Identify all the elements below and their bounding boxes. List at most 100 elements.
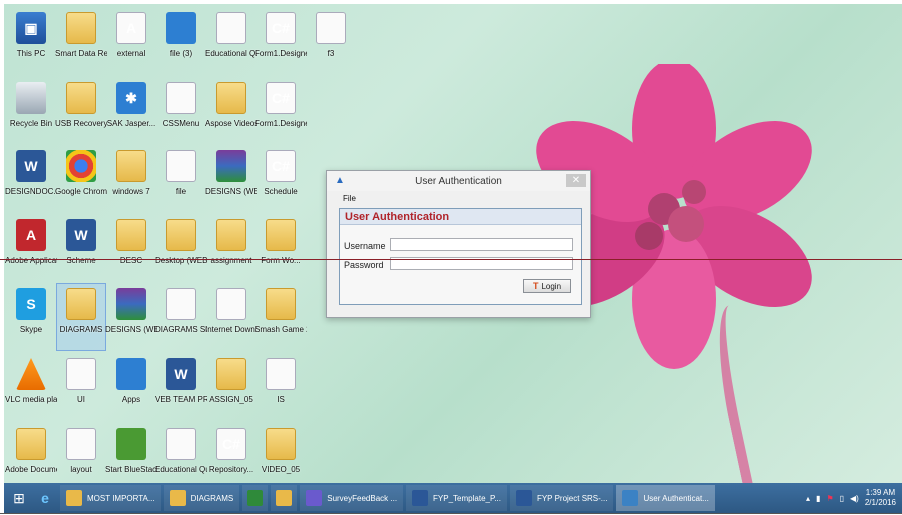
- volume-icon[interactable]: ◀): [850, 494, 859, 503]
- desktop-icon-label: Scheme: [66, 256, 96, 265]
- desktop-icon[interactable]: UI: [57, 354, 105, 420]
- desktop-icon[interactable]: Educational Quality C...: [205, 8, 257, 74]
- desktop-icon[interactable]: Aexternal: [107, 8, 155, 74]
- desktop-icon-label: ASSIGN_05: [209, 395, 253, 404]
- login-button[interactable]: T Login: [523, 279, 571, 293]
- desktop-icon[interactable]: DIAGRAMS SQL: [155, 284, 207, 350]
- taskbar-app-icon: [622, 490, 639, 506]
- desktop-icon[interactable]: S Skype: [7, 284, 55, 350]
- clock-time: 1:39 AM: [865, 488, 896, 497]
- battery-icon[interactable]: ▯: [840, 494, 844, 503]
- desktop-icon-image: C#: [266, 12, 296, 44]
- clock[interactable]: 1:39 AM 2/1/2016: [865, 488, 896, 508]
- username-field[interactable]: [390, 238, 573, 251]
- desktop-icon[interactable]: Educational Quality C...: [155, 424, 207, 490]
- desktop-icon[interactable]: VLC media player: [5, 354, 57, 420]
- desktop-icon[interactable]: assignment: [207, 215, 255, 281]
- desktop-icon[interactable]: ✱ SAK Jasper...: [107, 78, 155, 144]
- taskbar-button[interactable]: FYP_Template_P...: [406, 485, 507, 511]
- taskbar-button[interactable]: SurveyFeedBack ...: [300, 485, 404, 511]
- desktop-icon-image: W: [16, 150, 46, 182]
- desktop-icon-label: Smart Data Recovery...: [55, 49, 107, 58]
- taskbar-button[interactable]: User Authenticat...: [616, 485, 715, 511]
- taskbar-button[interactable]: DIAGRAMS: [163, 485, 240, 511]
- desktop-icon-image: W: [66, 219, 96, 251]
- desktop-icon[interactable]: Adobe Documen...: [5, 424, 57, 490]
- desktop-icon[interactable]: Apps: [107, 354, 155, 420]
- desktop-icon-image: [216, 219, 246, 251]
- desktop-icon-label: Aspose Videos: [205, 119, 257, 128]
- taskbar-button-label: MOST IMPORTA...: [87, 493, 155, 503]
- desktop-icon-label: Skype: [19, 325, 43, 334]
- desktop-icon-image: [166, 288, 196, 320]
- desktop-icon-label: DESIGNDOC...: [5, 187, 57, 196]
- desktop-icon[interactable]: VIDEO_05: [257, 424, 305, 490]
- desktop-icon[interactable]: Start BlueStacks: [105, 424, 157, 490]
- menu-file[interactable]: File: [343, 194, 356, 203]
- desktop-icon[interactable]: W VEB TEAM PROJECT: [155, 354, 207, 420]
- desktop-icon[interactable]: f3: [307, 8, 355, 74]
- desktop-icon[interactable]: DESC: [107, 215, 155, 281]
- desktop-icon[interactable]: C# Repository...: [207, 424, 255, 490]
- desktop-icon-label: Schedule: [264, 187, 298, 196]
- desktop-icon[interactable]: CSSMenu: [157, 78, 205, 144]
- internet-explorer-pin[interactable]: e: [30, 485, 60, 511]
- desktop-icon-image: [216, 288, 246, 320]
- desktop-icon[interactable]: A Adobe Applicati...: [5, 215, 57, 281]
- desktop-icon-image: [266, 358, 296, 390]
- desktop-icon[interactable]: Aspose Videos: [205, 78, 257, 144]
- desktop-icon-image: A: [116, 12, 146, 44]
- taskbar-button-label: DIAGRAMS: [190, 493, 234, 503]
- desktop-icon-image: [116, 150, 146, 182]
- desktop-icon-label: Internet Downlo...: [205, 325, 257, 334]
- desktop-icon-image: [66, 288, 96, 320]
- desktop-icon[interactable]: C# Form1.Designer...: [255, 78, 307, 144]
- close-icon[interactable]: ✕: [566, 174, 586, 187]
- desktop-icon-label: Repository...: [208, 465, 254, 474]
- taskbar-button-label: User Authenticat...: [643, 493, 709, 503]
- desktop-icon-label: Form1.Designer: [255, 49, 307, 58]
- flag-icon[interactable]: ⚑: [826, 494, 833, 503]
- desktop-icon[interactable]: Smash Game 2014: [255, 284, 307, 350]
- desktop-icon[interactable]: Recycle Bin: [7, 78, 55, 144]
- desktop-icon[interactable]: W Scheme: [57, 215, 105, 281]
- desktop-icon[interactable]: DIAGRAMS: [56, 283, 106, 351]
- desktop-icon[interactable]: Google Chrome: [55, 146, 107, 212]
- desktop-icon[interactable]: file (3): [157, 8, 205, 74]
- desktop-icon[interactable]: ASSIGN_05: [207, 354, 255, 420]
- internet-explorer-icon: e: [41, 490, 49, 506]
- desktop-icon[interactable]: ▣ This PC: [7, 8, 55, 74]
- desktop-icon[interactable]: W DESIGNDOC...: [5, 146, 57, 212]
- desktop-icon[interactable]: Form Wo...: [257, 215, 305, 281]
- title-bar[interactable]: ▲ User Authentication ✕: [327, 171, 590, 191]
- desktop-icon[interactable]: windows 7: [107, 146, 155, 212]
- desktop-icon-image: [216, 150, 246, 182]
- desktop-icon-label: IS: [277, 395, 285, 404]
- start-button[interactable]: ⊞: [8, 487, 30, 509]
- desktop-icon[interactable]: Internet Downlo...: [205, 284, 257, 350]
- desktop-icon-label: DESIGNS (WEB) (3): [205, 187, 257, 196]
- taskbar-button[interactable]: [271, 485, 298, 511]
- taskbar-button[interactable]: MOST IMPORTA...: [60, 485, 161, 511]
- taskbar-button[interactable]: [242, 485, 269, 511]
- desktop-icon-label: file: [175, 187, 187, 196]
- desktop-icon[interactable]: layout: [57, 424, 105, 490]
- desktop-icon[interactable]: IS: [257, 354, 305, 420]
- desktop-icon-image: [166, 12, 196, 44]
- desktop-icon[interactable]: Desktop (WEB): [155, 215, 207, 281]
- desktop-icon-label: assignment: [210, 256, 252, 265]
- desktop-icon[interactable]: C# Form1.Designer: [255, 8, 307, 74]
- taskbar-button[interactable]: FYP Project SRS-...: [509, 485, 614, 511]
- desktop-icon[interactable]: file: [157, 146, 205, 212]
- desktop-icon[interactable]: Smart Data Recovery...: [55, 8, 107, 74]
- taskbar-app-icon: [66, 490, 82, 506]
- desktop-icon[interactable]: DESIGNS (WEB) (3): [205, 146, 257, 212]
- desktop-icon[interactable]: USB Recovery: [55, 78, 107, 144]
- desktop-icon-label: Google Chrome: [55, 187, 107, 196]
- show-hidden-icons-icon[interactable]: ▴: [806, 494, 810, 503]
- desktop-icon[interactable]: C# Schedule: [257, 146, 305, 212]
- desktop-icon-label: Adobe Documen...: [5, 465, 57, 474]
- desktop-icon[interactable]: DESIGNS (WEB): [105, 284, 157, 350]
- network-icon[interactable]: ▮: [816, 494, 820, 503]
- windows-logo-icon: ⊞: [13, 489, 25, 506]
